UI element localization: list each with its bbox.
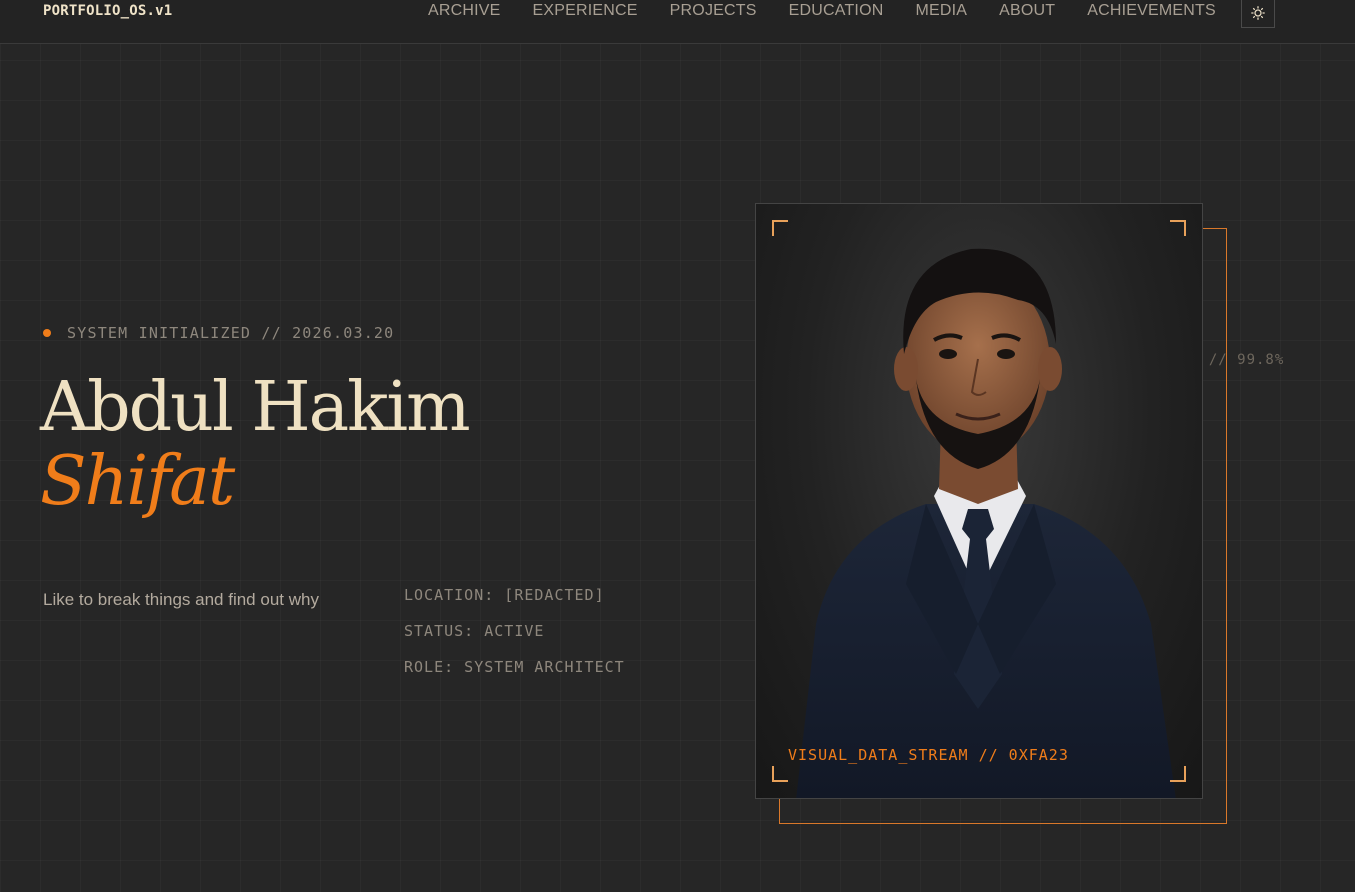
nav-item-achievements[interactable]: ACHIEVEMENTS [1071, 0, 1232, 24]
hero-tagline: Like to break things and find out why [43, 590, 319, 609]
nav-item-education[interactable]: EDUCATION [773, 0, 900, 24]
hero-first-name: Abdul Hakim [40, 368, 471, 447]
hero-last-name: Shifat [40, 442, 235, 521]
status-dot [43, 329, 51, 337]
theme-toggle-button[interactable] [1241, 0, 1275, 28]
corner-bracket-top-left [772, 220, 788, 236]
sun-icon [1251, 6, 1265, 20]
meta-role: ROLE: SYSTEM ARCHITECT [404, 658, 625, 676]
profile-photo: VISUAL_DATA_STREAM // 0XFA23 [755, 203, 1203, 799]
nav-item-about[interactable]: ABOUT [983, 0, 1071, 24]
nav-menu: ARCHIVE EXPERIENCE PROJECTS EDUCATION ME… [412, 0, 1232, 24]
site-logo[interactable]: PORTFOLIO_OS.v1 [43, 3, 172, 19]
meta-location: LOCATION: [REDACTED] [404, 586, 605, 604]
photo-caption: VISUAL_DATA_STREAM // 0XFA23 [788, 746, 1069, 764]
nav-item-projects[interactable]: PROJECTS [654, 0, 773, 24]
corner-bracket-bottom-left [772, 766, 788, 782]
nav-item-experience[interactable]: EXPERIENCE [517, 0, 654, 24]
system-status-text: SYSTEM INITIALIZED // 2026.03.20 [67, 324, 395, 342]
corner-bracket-bottom-right [1170, 766, 1186, 782]
portrait-image [796, 248, 1176, 798]
nav-item-archive[interactable]: ARCHIVE [412, 0, 517, 24]
nav-item-media[interactable]: MEDIA [899, 0, 983, 24]
meta-status: STATUS: ACTIVE [404, 622, 545, 640]
top-nav: PORTFOLIO_OS.v1 ARCHIVE EXPERIENCE PROJE… [0, 0, 1355, 44]
system-status-line: SYSTEM INITIALIZED // 2026.03.20 [43, 324, 394, 342]
corner-bracket-top-right [1170, 220, 1186, 236]
profile-meta: LOCATION: [REDACTED] STATUS: ACTIVE ROLE… [404, 586, 625, 694]
